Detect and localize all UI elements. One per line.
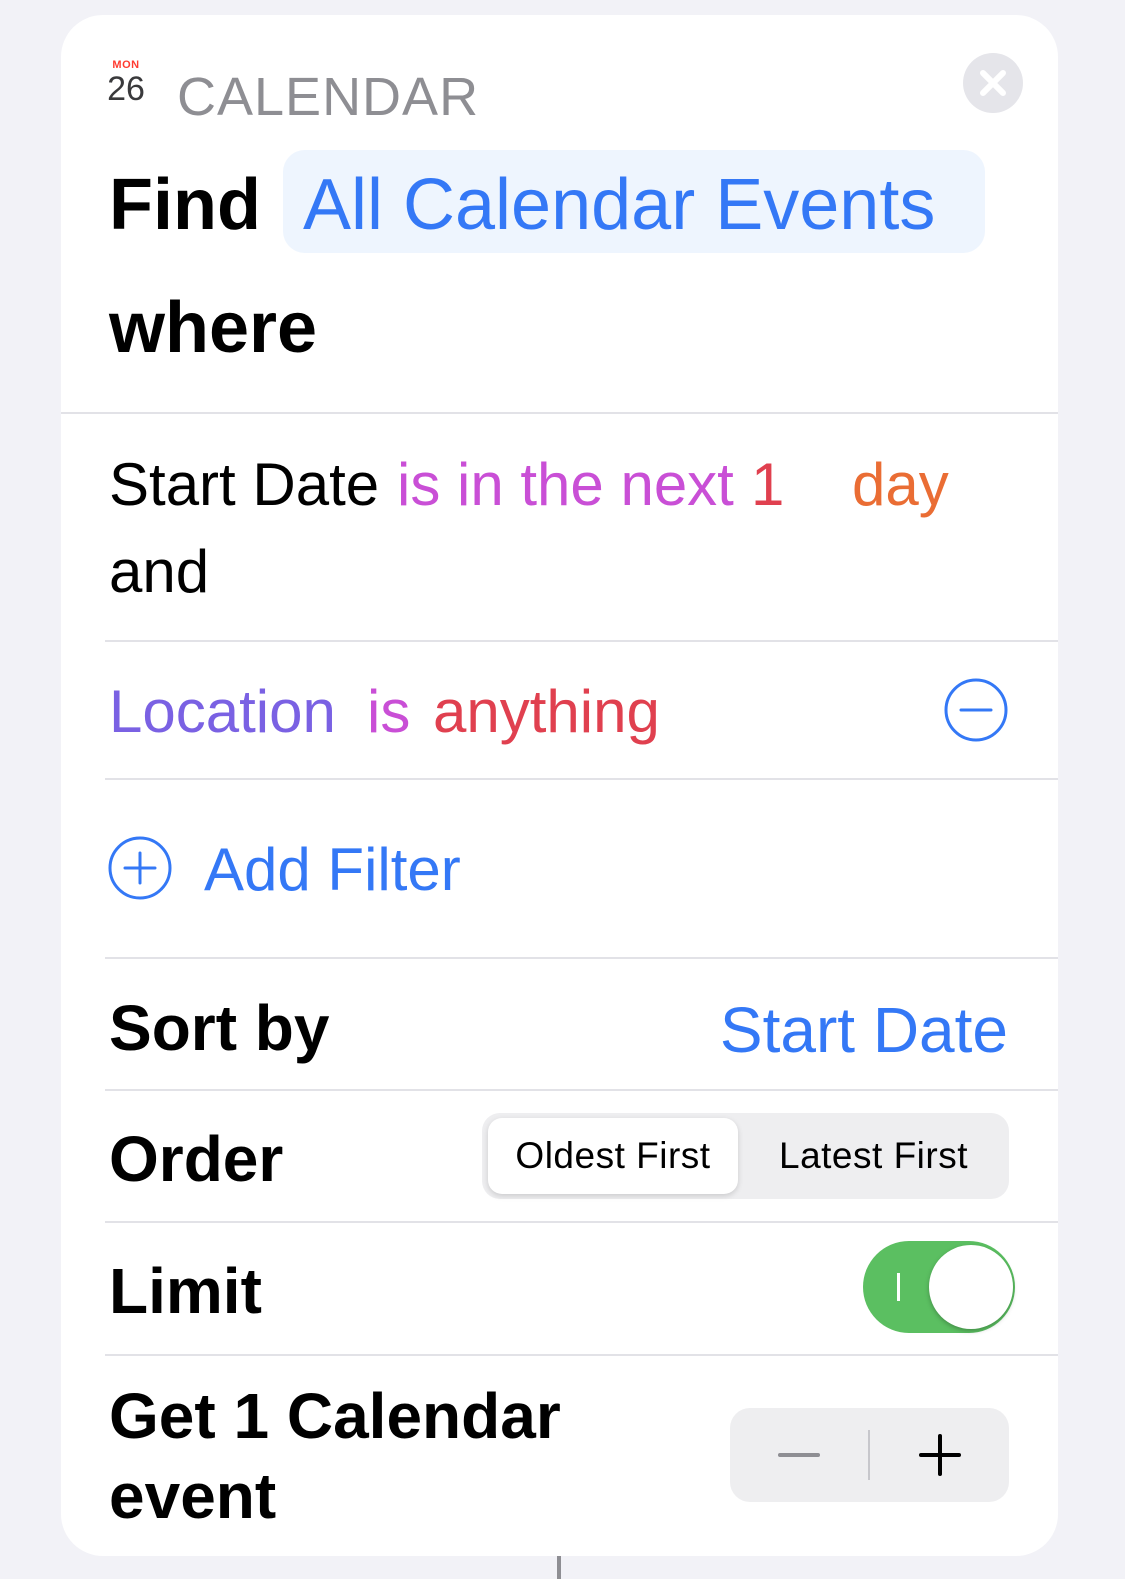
- filter-2-field[interactable]: Location: [109, 677, 336, 747]
- find-calendar-events-action-card: MON 26 CALENDAR Find All Calendar Events…: [61, 15, 1058, 1556]
- toggle-knob[interactable]: [929, 1245, 1013, 1329]
- close-icon: [980, 70, 1006, 96]
- add-filter-icon-button[interactable]: [107, 835, 173, 901]
- plus-icon: [919, 1434, 961, 1476]
- stepper-increment-button[interactable]: [871, 1408, 1009, 1502]
- filter-1-unit[interactable]: day: [852, 450, 949, 520]
- minus-circle-icon: [944, 678, 1008, 742]
- filter-1-number[interactable]: 1: [751, 450, 784, 520]
- stepper-separator: [868, 1430, 870, 1480]
- divider: [105, 1221, 1058, 1223]
- calendar-app-icon: MON 26: [103, 59, 149, 109]
- plus-circle-icon: [108, 836, 172, 900]
- order-label: Order: [109, 1123, 284, 1195]
- close-button[interactable]: [963, 53, 1023, 113]
- sort-by-label: Sort by: [109, 992, 330, 1064]
- order-option-oldest-first[interactable]: Oldest First: [488, 1118, 738, 1194]
- filter-1-operator[interactable]: is in the next: [397, 450, 734, 520]
- divider: [105, 957, 1058, 959]
- find-label: Find: [109, 165, 261, 245]
- toggle-on-indicator: [897, 1273, 900, 1301]
- divider: [105, 778, 1058, 780]
- filter-1-field[interactable]: Start Date: [109, 450, 379, 520]
- stepper-decrement-button[interactable]: [730, 1408, 868, 1502]
- remove-filter-button[interactable]: [943, 677, 1009, 743]
- filter-2-value[interactable]: anything: [433, 677, 660, 747]
- divider: [105, 1089, 1058, 1091]
- get-count-label: Get 1 Calendar event: [109, 1380, 561, 1532]
- divider: [105, 1354, 1058, 1356]
- order-segmented-control: Oldest First Latest First: [482, 1113, 1009, 1199]
- divider: [105, 640, 1058, 642]
- filter-2-operator[interactable]: is: [367, 677, 410, 747]
- sort-by-value[interactable]: Start Date: [720, 994, 1008, 1066]
- minus-icon: [778, 1453, 820, 1457]
- filter-conjunction[interactable]: and: [109, 537, 209, 607]
- where-label: where: [109, 288, 318, 368]
- add-filter-button[interactable]: Add Filter: [204, 835, 461, 905]
- limit-label: Limit: [109, 1255, 262, 1327]
- app-name: CALENDAR: [177, 67, 480, 127]
- order-option-latest-first[interactable]: Latest First: [744, 1118, 1003, 1194]
- scope-parameter[interactable]: All Calendar Events: [303, 165, 935, 245]
- calendar-icon-day: 26: [107, 70, 145, 108]
- limit-toggle[interactable]: [863, 1241, 1015, 1333]
- limit-stepper: [730, 1408, 1009, 1502]
- divider: [61, 412, 1058, 414]
